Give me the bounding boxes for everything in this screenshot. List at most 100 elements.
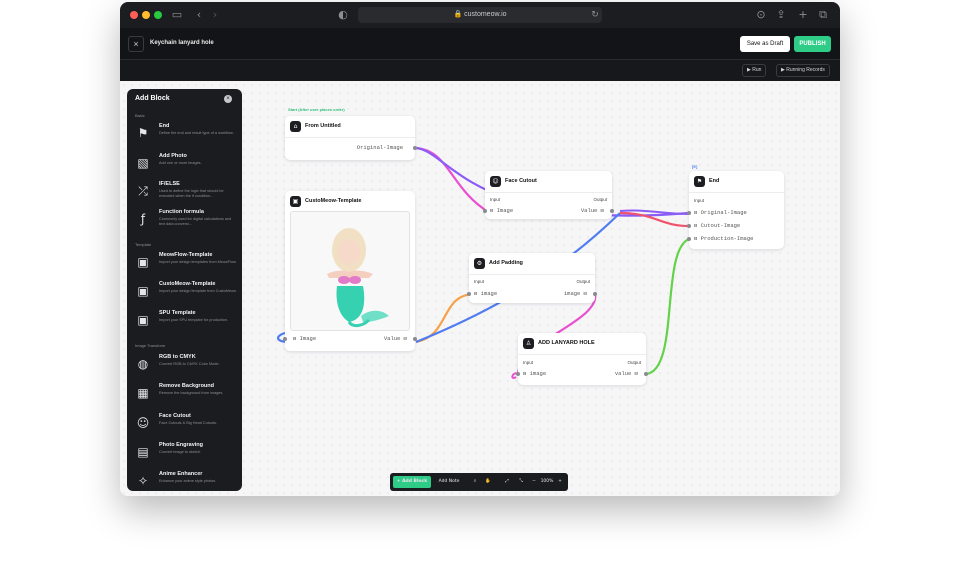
node-from-untitled[interactable]: ⌂ From Untitled Original-Image <box>285 116 417 160</box>
wire-lanyard-to-end <box>645 237 690 376</box>
workflow-title: Keychain lanyard hole <box>150 40 214 46</box>
block-item-photo-engraving[interactable]: ▤ Photo Engraving Convert image to sketc… <box>131 439 238 466</box>
forward-icon[interactable]: › <box>208 8 222 22</box>
template-icon: ▣ <box>290 196 301 207</box>
block-item-add-photo[interactable]: ▧ Add Photo Add one or more images. <box>131 150 238 177</box>
input-port-production[interactable] <box>687 237 691 241</box>
block-title: Photo Engraving <box>159 442 203 448</box>
block-title: Add Photo <box>159 153 187 159</box>
wire-template-to-padding <box>415 292 475 344</box>
node-divider <box>689 192 784 193</box>
privacy-shield-icon[interactable]: ◐ <box>336 8 350 22</box>
flag-icon: ⚑ <box>137 126 149 140</box>
input-port-original[interactable] <box>687 211 691 215</box>
node-end[interactable]: ⚑ End Input ⊟ Original-Image ⊟ Cutout-Im… <box>687 171 784 249</box>
start-tag: Start (After user places order) <box>288 107 345 112</box>
engraving-icon: ▤ <box>137 445 149 459</box>
download-icon[interactable]: ⊙ <box>754 8 768 22</box>
reload-icon[interactable]: ↻ <box>588 8 602 22</box>
block-title: IF/ELSE <box>159 181 180 187</box>
output-section-label: Output <box>627 360 641 365</box>
tabs-overview-icon[interactable]: ⧉ <box>816 8 830 22</box>
output-label-text: value <box>614 370 632 377</box>
output-port[interactable] <box>593 292 597 296</box>
collapse-view-icon[interactable]: ⤡ <box>516 476 526 488</box>
output-section-label: Output <box>593 197 607 202</box>
node-title: CustoMeow-Template <box>305 198 362 204</box>
publish-button[interactable]: PUBLISH <box>794 36 831 52</box>
node-title: Face Cutout <box>505 178 537 184</box>
node-add-padding[interactable]: ⚙ Add Padding Input Output ⊟ image image… <box>467 253 597 303</box>
close-editor-button[interactable]: × <box>128 36 144 52</box>
input-port[interactable] <box>467 292 471 296</box>
input-section-label: Input <box>523 360 534 365</box>
node-title: Add Padding <box>489 260 523 266</box>
fit-view-icon[interactable]: ⤢ <box>502 476 512 488</box>
block-title: Function formula <box>159 209 204 215</box>
block-item-if-else[interactable]: ⤮ IF/ELSE Used to define the logic that … <box>131 178 238 205</box>
section-label-basic: Basic <box>135 113 145 118</box>
block-item-remove-background[interactable]: ▦ Remove Background Remove the backgroun… <box>131 380 238 407</box>
close-window-button[interactable] <box>130 11 138 19</box>
block-item-spu-template[interactable]: ▣ SPU Template Import your SPU template … <box>131 307 238 334</box>
remove-bg-icon: ▦ <box>137 386 149 400</box>
block-title: Face Cutout <box>159 413 191 419</box>
input-port[interactable] <box>483 209 487 213</box>
node-divider <box>518 354 646 355</box>
zoom-out-button[interactable]: − <box>530 476 538 488</box>
node-face-cutout[interactable]: ☺ Face Cutout Input Output ⊟ Image Value… <box>483 171 614 219</box>
run-button[interactable]: ▶ Run <box>742 64 767 77</box>
workflow-canvas[interactable]: Start (After user places order) [E] ⌂ Fr… <box>120 81 840 496</box>
block-item-function-formula[interactable]: ƒ Function formula Commonly used for dig… <box>131 206 238 233</box>
node-customeow-template[interactable]: ▣ CustoMeow-Template ⊟ Image Value ⊟ <box>283 191 417 351</box>
output-port[interactable] <box>413 146 417 150</box>
zoom-in-button[interactable]: + <box>556 476 564 488</box>
output-section-label: Output <box>576 279 590 284</box>
add-block-button[interactable]: + Add Block <box>393 476 431 488</box>
output-port-label: Original-Image <box>356 144 403 151</box>
input-port[interactable] <box>283 337 287 341</box>
maximize-window-button[interactable] <box>154 11 162 19</box>
input-port-cutout[interactable] <box>687 224 691 228</box>
block-item-end[interactable]: ⚑ End Define the end and result type of … <box>131 120 238 147</box>
input-label-text: Image <box>299 335 317 342</box>
new-tab-icon[interactable]: + <box>796 8 810 22</box>
template-icon: ▣ <box>137 284 149 298</box>
running-records-button[interactable]: ▶ Running Records <box>776 64 830 77</box>
node-add-lanyard-hole[interactable]: ♙ ADD LANYARD HOLE Input Output ⊟ image … <box>516 333 648 385</box>
hand-tool-icon[interactable]: ✋ <box>483 476 493 488</box>
node-title: End <box>709 178 720 184</box>
block-item-anime-enhancer[interactable]: ✧ Anime Enhancer Enhance your anime styl… <box>131 468 238 491</box>
block-title: CustoMeow-Template <box>159 281 216 287</box>
input-section-label: Input <box>490 197 501 202</box>
close-panel-button[interactable]: × <box>224 95 232 103</box>
rgb-icon: ◍ <box>137 357 149 371</box>
block-item-meowflow-template[interactable]: ▣ MeowFlow-Template Import your design t… <box>131 249 238 276</box>
output-port[interactable] <box>644 372 648 376</box>
save-draft-button[interactable]: Save as Draft <box>740 36 790 52</box>
block-title: RGB to CMYK <box>159 354 196 360</box>
input-port[interactable] <box>516 372 520 376</box>
block-description: Enhance your anime style photos. <box>159 479 217 483</box>
sidebar-toggle-icon[interactable]: ▭ <box>170 8 184 22</box>
output-port[interactable] <box>413 337 417 341</box>
share-icon[interactable]: ⇪ <box>774 8 788 22</box>
back-icon[interactable]: ‹ <box>192 8 206 22</box>
function-icon: ƒ <box>140 212 146 226</box>
input-port-label: ⊟ Original-Image <box>694 209 747 216</box>
block-item-rgb-to-cmyk[interactable]: ◍ RGB to CMYK Convert RGB to CMYK Color … <box>131 351 238 378</box>
template-preview-image <box>290 211 410 331</box>
minimize-window-button[interactable] <box>142 11 150 19</box>
block-item-customeow-template[interactable]: ▣ CustoMeow-Template Import your design … <box>131 278 238 305</box>
select-tool-icon[interactable]: ⌕ <box>470 476 480 488</box>
output-port-label: value ⊟ <box>614 370 638 377</box>
block-item-face-cutout[interactable]: ☺ Face Cutout Face Cutouts & Big Head Cu… <box>131 410 238 437</box>
output-label-text: Value <box>580 207 598 214</box>
add-note-button[interactable]: Add Note <box>434 476 464 488</box>
workflow-toolbar: ▶ Run ▶ Running Records <box>120 60 840 81</box>
block-description: Used to define the logic that should be … <box>159 189 224 198</box>
block-title: End <box>159 123 170 129</box>
url-text: customeow.io <box>464 11 507 18</box>
output-port[interactable] <box>610 209 614 213</box>
url-bar[interactable]: 🔒 customeow.io <box>358 7 602 23</box>
